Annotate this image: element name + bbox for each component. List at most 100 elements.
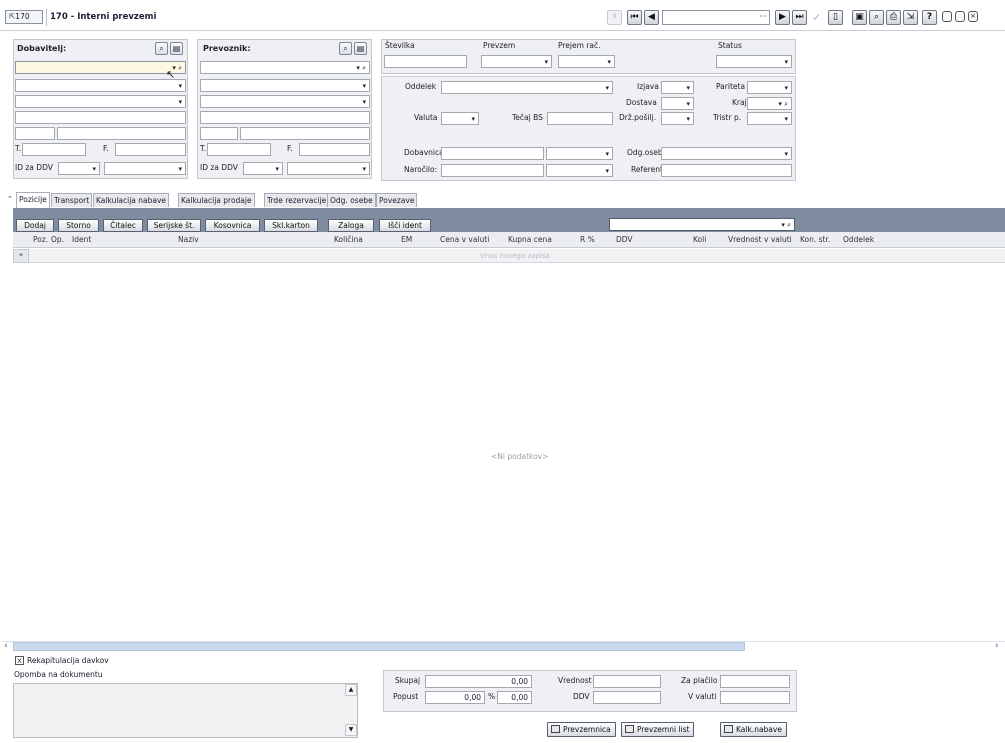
column-header-cena-v-valuti[interactable]: Cena v valuti: [440, 234, 489, 246]
column-header-kolicina[interactable]: Količina: [334, 234, 363, 246]
confirm-icon[interactable]: ✓: [812, 10, 821, 25]
stevilka-field[interactable]: [384, 55, 467, 68]
prevoznik-fax-field[interactable]: [299, 143, 370, 156]
status-select[interactable]: ▾: [716, 55, 792, 68]
prevzemni-list-print-button[interactable]: Prevzemni list: [621, 722, 695, 737]
dobavitelj-lookup-icon[interactable]: ⌕: [155, 42, 168, 55]
tab-trde-rezervacije[interactable]: Trde rezervacije: [264, 193, 330, 207]
narocilo-field[interactable]: [441, 164, 544, 177]
prevoznik-name-field[interactable]: ▾: [200, 79, 370, 92]
dobavitelj-street-field[interactable]: [15, 111, 186, 124]
tab-povezave[interactable]: Povezave: [376, 193, 418, 207]
help-icon[interactable]: ?: [922, 10, 937, 25]
column-header-vrednost-v-valuti[interactable]: Vrednost v valuti: [728, 234, 792, 246]
dobavitelj-address-select[interactable]: ▾: [15, 95, 186, 108]
prevzem-date-select[interactable]: ▾: [481, 55, 552, 68]
tab-strip-expander-icon[interactable]: ⌃: [7, 194, 13, 204]
odg-oseba-select[interactable]: ▾: [661, 147, 792, 160]
zaloga-button[interactable]: Zaloga: [328, 219, 374, 232]
scroll-left-icon[interactable]: ‹: [4, 641, 8, 652]
note-scroll-up-icon[interactable]: ▲: [345, 684, 357, 696]
note-scroll-down-icon[interactable]: ▼: [345, 724, 357, 736]
narocilo-date-select[interactable]: ▾: [546, 164, 613, 177]
dobavitelj-post-code-field[interactable]: [15, 127, 55, 140]
oddelek-select[interactable]: ▾: [441, 81, 613, 94]
prevoznik-detail-icon[interactable]: ▤: [354, 42, 367, 55]
popust-pct-field[interactable]: 0,00: [425, 691, 485, 704]
dobavitelj-ddv-prefix-select[interactable]: ▾: [58, 162, 100, 175]
column-header-kupna-cena[interactable]: Kupna cena: [508, 234, 552, 246]
print-icon[interactable]: ⎙: [886, 10, 901, 25]
prevoznik-street-field[interactable]: [200, 111, 370, 124]
prevoznik-phone-field[interactable]: [207, 143, 271, 156]
new-document-icon[interactable]: ▯: [828, 10, 843, 25]
tristr-p-select[interactable]: ▾: [747, 112, 792, 125]
drz-poslji-select[interactable]: ▾: [661, 112, 694, 125]
column-header-oddelek[interactable]: Oddelek: [843, 234, 874, 246]
tab-kalkulacija-prodaje[interactable]: Kalkulacija prodaje: [178, 193, 255, 207]
close-icon[interactable]: ×: [968, 11, 978, 22]
dobavnica-field[interactable]: [441, 147, 544, 160]
prevzemnica-print-button[interactable]: Prevzemnica: [547, 722, 616, 737]
column-header-kon-str[interactable]: Kon. str.: [800, 234, 830, 246]
column-header-koli[interactable]: Koli: [693, 234, 706, 246]
column-header-ident[interactable]: Ident: [72, 234, 91, 246]
tab-kalkulacija-nabave[interactable]: Kalkulacija nabave: [93, 193, 170, 207]
storno-button[interactable]: Storno: [58, 219, 99, 232]
save-icon[interactable]: ▣: [852, 10, 867, 25]
dobavitelj-partner-select[interactable]: ▾ ⌕: [15, 61, 186, 74]
filter-icon[interactable]: ☓: [607, 10, 622, 25]
tab-odg-osebe[interactable]: Odg. osebe: [327, 193, 376, 207]
pariteta-select[interactable]: ▾: [747, 81, 792, 94]
last-record-icon[interactable]: ⏭: [792, 10, 807, 25]
popust-amount-field[interactable]: 0,00: [497, 691, 532, 704]
skl-karton-button[interactable]: Skl.karton: [264, 219, 318, 232]
prevoznik-lookup-icon[interactable]: ⌕: [339, 42, 352, 55]
record-navigator-field[interactable]: ···: [662, 10, 770, 25]
dobavitelj-detail-icon[interactable]: ▤: [170, 42, 183, 55]
column-header-naziv[interactable]: Naziv: [178, 234, 199, 246]
izjava-select[interactable]: ▾: [661, 81, 694, 94]
minimize-icon[interactable]: [942, 11, 952, 22]
window-id-badge[interactable]: ⇱170: [5, 10, 43, 24]
valuta-select[interactable]: ▾: [441, 112, 479, 125]
prejem-rac-date-select[interactable]: ▾: [558, 55, 615, 68]
scroll-right-icon[interactable]: ›: [995, 641, 999, 652]
tab-transport[interactable]: Transport: [51, 193, 93, 207]
dobavitelj-ddv-number-select[interactable]: ▾: [104, 162, 186, 175]
prevoznik-ddv-number-select[interactable]: ▾: [287, 162, 370, 175]
dobavitelj-city-field[interactable]: [57, 127, 186, 140]
column-header-em[interactable]: EM: [401, 234, 412, 246]
prev-record-icon[interactable]: ◀: [644, 10, 659, 25]
prevoznik-address-select[interactable]: ▾: [200, 95, 370, 108]
first-record-icon[interactable]: ⏮: [627, 10, 642, 25]
tecaj-bs-field[interactable]: [547, 112, 613, 125]
column-header-poz[interactable]: Poz.: [33, 234, 48, 246]
prevoznik-ddv-prefix-select[interactable]: ▾: [243, 162, 283, 175]
dobavitelj-name-field[interactable]: ▾: [15, 79, 186, 92]
kalk-nabave-print-button[interactable]: Kalk.nabave: [720, 722, 787, 737]
serijske-st-button[interactable]: Serijske št.: [147, 219, 201, 232]
dostava-select[interactable]: ▾: [661, 97, 694, 110]
note-textarea[interactable]: [13, 683, 358, 738]
prevoznik-post-code-field[interactable]: [200, 127, 238, 140]
ident-search-field[interactable]: ▾ ⌕: [609, 218, 795, 231]
scrollbar-thumb[interactable]: [13, 642, 745, 651]
column-header-op[interactable]: Op.: [51, 234, 64, 246]
dobavnica-date-select[interactable]: ▾: [546, 147, 613, 160]
citalec-button[interactable]: Čitalec: [103, 219, 143, 232]
export-icon[interactable]: ⇲: [903, 10, 918, 25]
search-icon[interactable]: ⌕: [869, 10, 884, 25]
prevoznik-partner-select[interactable]: ▾ ⌕: [200, 61, 370, 74]
dodaj-button[interactable]: Dodaj: [16, 219, 54, 232]
maximize-icon[interactable]: [955, 11, 965, 22]
column-header-r-pct[interactable]: R %: [580, 234, 595, 246]
next-record-icon[interactable]: ▶: [775, 10, 790, 25]
dobavitelj-fax-field[interactable]: [115, 143, 186, 156]
column-header-ddv[interactable]: DDV: [616, 234, 633, 246]
tab-pozicije[interactable]: Pozicije: [16, 192, 50, 208]
prevoznik-city-field[interactable]: [240, 127, 370, 140]
isci-ident-button[interactable]: Išči ident: [379, 219, 431, 232]
dobavitelj-phone-field[interactable]: [22, 143, 86, 156]
recap-checkbox[interactable]: X: [15, 656, 24, 665]
